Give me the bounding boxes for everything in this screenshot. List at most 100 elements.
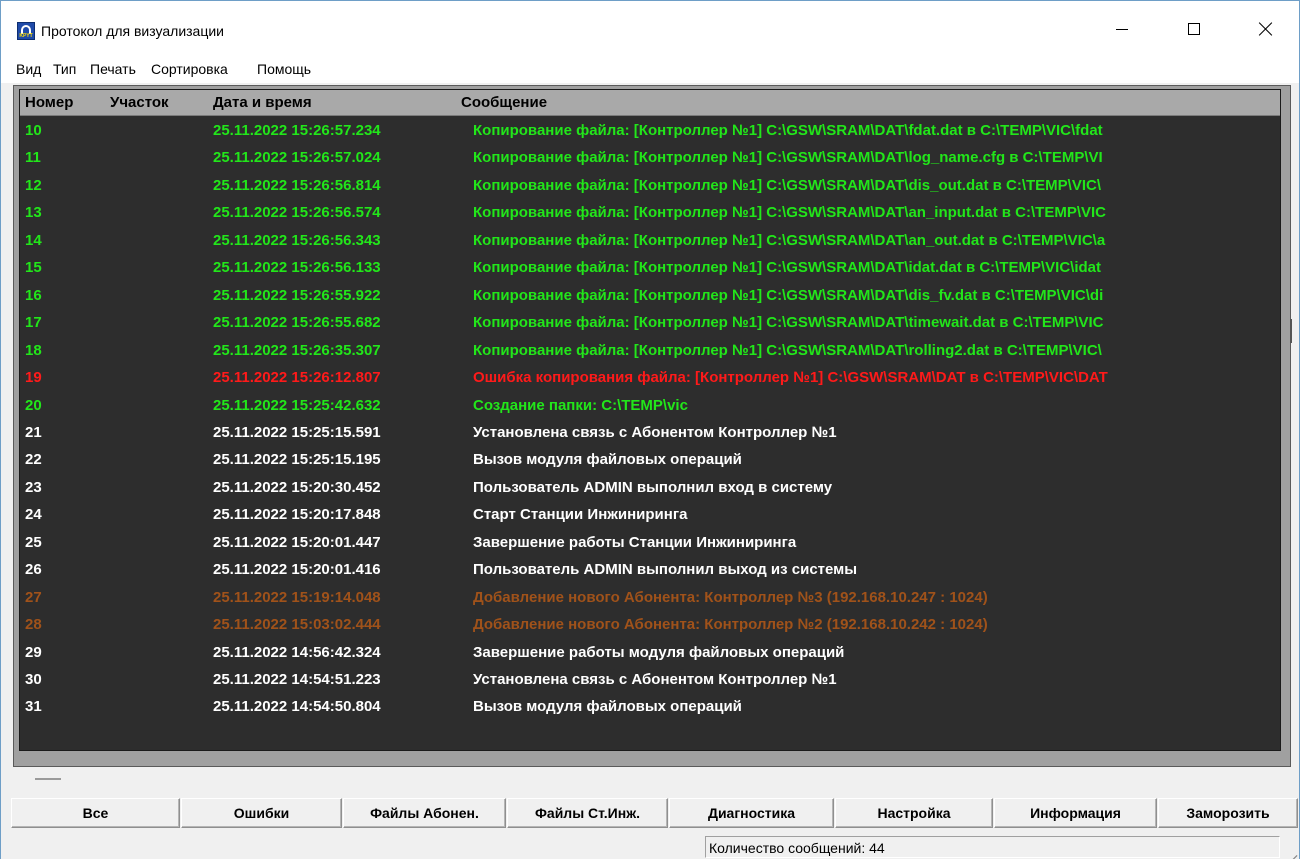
minimize-icon <box>1116 28 1128 30</box>
log-list[interactable]: Номер Участок Дата и время Сообщение 10 2… <box>19 89 1281 751</box>
column-header-number[interactable]: Номер <box>25 94 73 111</box>
log-row-datetime: 25.11.2022 15:20:01.447 <box>213 533 381 551</box>
log-row-datetime: 25.11.2022 15:25:42.632 <box>213 396 381 414</box>
log-row[interactable]: 17 25.11.2022 15:26:55.682 Копирование фай… <box>20 310 1280 337</box>
menu-view[interactable]: Вид <box>16 61 41 77</box>
log-row-datetime: 25.11.2022 15:26:12.807 <box>213 369 381 387</box>
log-row[interactable]: 10 25.11.2022 15:26:57.234 Копирование фай… <box>20 118 1280 145</box>
status-bar: Количество сообщений: 44 <box>1 833 1299 859</box>
filter-all-button[interactable]: Все <box>11 798 180 828</box>
log-row-message: Вызов модуля файловых операций <box>473 698 742 716</box>
log-row-datetime: 25.11.2022 14:54:50.804 <box>213 698 381 716</box>
log-row-datetime: 25.11.2022 15:20:30.452 <box>213 478 381 496</box>
log-row-datetime: 25.11.2022 15:03:02.444 <box>213 616 381 634</box>
subscriber-files-button[interactable]: Файлы Абонен. <box>343 798 506 828</box>
log-row[interactable]: 29 25.11.2022 14:56:42.324 Завершение рабо… <box>20 640 1280 667</box>
log-row[interactable]: 11 25.11.2022 15:26:57.024 Копирование фай… <box>20 145 1280 172</box>
log-row-datetime: 25.11.2022 15:19:14.048 <box>213 588 381 606</box>
column-header-section[interactable]: Участок <box>110 94 169 111</box>
log-row[interactable]: 30 25.11.2022 14:54:51.223 Установлена свя… <box>20 667 1280 694</box>
window-title: Протокол для визуализации <box>41 23 224 39</box>
log-row-datetime: 25.11.2022 15:25:15.195 <box>213 451 381 469</box>
log-row-number: 25 <box>25 533 42 551</box>
maximize-button[interactable] <box>1171 9 1217 49</box>
log-row-number: 15 <box>25 259 42 277</box>
kpyt-logo-icon: KPYT <box>17 22 35 40</box>
log-row-number: 16 <box>25 286 42 304</box>
log-row-datetime: 25.11.2022 14:56:42.324 <box>213 643 381 661</box>
log-row-number: 18 <box>25 341 42 359</box>
log-row[interactable]: 28 25.11.2022 15:03:02.444 Добавление ново… <box>20 612 1280 639</box>
log-row-number: 31 <box>25 698 42 716</box>
log-row[interactable]: 21 25.11.2022 15:25:15.591 Установлена свя… <box>20 420 1280 447</box>
log-row-message: Завершение работы модуля файловых операц… <box>473 643 845 661</box>
log-row[interactable]: 23 25.11.2022 15:20:30.452 Пользователь AD… <box>20 475 1280 502</box>
log-row[interactable]: 15 25.11.2022 15:26:56.133 Копирование фай… <box>20 255 1280 282</box>
log-row-datetime: 25.11.2022 15:26:57.234 <box>213 122 381 139</box>
close-button[interactable] <box>1243 9 1289 49</box>
station-files-button[interactable]: Файлы Ст.Инж. <box>507 798 668 828</box>
log-row-datetime: 25.11.2022 15:26:56.814 <box>213 176 381 194</box>
log-row-number: 11 <box>25 149 41 167</box>
log-row-message: Пользователь ADMIN выполнил выход из сис… <box>473 561 858 579</box>
diagnostics-button[interactable]: Диагностика <box>669 798 834 828</box>
close-icon <box>1259 22 1273 36</box>
column-header-datetime[interactable]: Дата и время <box>213 94 312 111</box>
minimize-button[interactable] <box>1099 9 1145 49</box>
log-row-message: Добавление нового Абонента: Контроллер №… <box>473 588 988 606</box>
main-window: KPYT Протокол для визуализации Вид Тип П… <box>0 0 1300 859</box>
log-row-message: Установлена связь с Абонентом Контроллер… <box>473 671 837 688</box>
log-header: Номер Участок Дата и время Сообщение <box>20 90 1280 116</box>
log-row-number: 10 <box>25 122 42 139</box>
column-header-message[interactable]: Сообщение <box>461 94 547 111</box>
log-row-number: 17 <box>25 314 42 332</box>
information-button[interactable]: Информация <box>994 798 1157 828</box>
log-row[interactable]: 16 25.11.2022 15:26:55.922 Копирование фай… <box>20 283 1280 310</box>
log-row[interactable]: 27 25.11.2022 15:19:14.048 Добавление ново… <box>20 585 1280 612</box>
log-row[interactable]: 20 25.11.2022 15:25:42.632 Создание папки:… <box>20 393 1280 420</box>
log-row[interactable]: 18 25.11.2022 15:26:35.307 Копирование фай… <box>20 338 1280 365</box>
splitter-handle[interactable] <box>35 778 61 780</box>
log-row[interactable]: 25 25.11.2022 15:20:01.447 Завершение рабо… <box>20 530 1280 557</box>
log-row[interactable]: 13 25.11.2022 15:26:56.574 Копирование фай… <box>20 200 1280 227</box>
log-row[interactable]: 31 25.11.2022 14:54:50.804 Вызов модуля фа… <box>20 694 1280 721</box>
log-panel: Номер Участок Дата и время Сообщение 10 2… <box>13 85 1292 767</box>
log-row-datetime: 25.11.2022 15:20:01.416 <box>213 561 381 579</box>
log-row-message: Завершение работы Станции Инжиниринга <box>473 533 797 551</box>
log-row-message: Создание папки: C:\TEMP\vic <box>473 396 688 414</box>
menu-bar: Вид Тип Печать Сортировка Помощь <box>1 57 1299 83</box>
log-row[interactable]: 26 25.11.2022 15:20:01.416 Пользователь AD… <box>20 557 1280 584</box>
menu-print[interactable]: Печать <box>90 61 136 77</box>
message-count: Количество сообщений: 44 <box>705 836 1280 858</box>
log-row-number: 13 <box>25 204 42 222</box>
log-row-number: 23 <box>25 478 42 496</box>
log-row-message: Добавление нового Абонента: Контроллер №… <box>473 616 988 634</box>
title-bar[interactable]: KPYT Протокол для визуализации <box>1 1 1299 57</box>
log-row-datetime: 25.11.2022 15:25:15.591 <box>213 423 381 441</box>
log-row-message: Копирование файла: [Контроллер №1] C:\GS… <box>473 286 1104 304</box>
menu-sort[interactable]: Сортировка <box>151 61 228 77</box>
settings-button[interactable]: Настройка <box>835 798 993 828</box>
log-row-number: 14 <box>25 231 42 249</box>
log-row-message: Вызов модуля файловых операций <box>473 451 742 469</box>
log-row-datetime: 25.11.2022 15:20:17.848 <box>213 506 381 524</box>
scrollbar-thumb[interactable] <box>1290 319 1292 343</box>
menu-type[interactable]: Тип <box>53 61 76 77</box>
log-row-number: 21 <box>25 423 42 441</box>
log-row[interactable]: 19 25.11.2022 15:26:12.807 Ошибка копирова… <box>20 365 1280 392</box>
log-row-message: Ошибка копирования файла: [Контроллер №1… <box>473 369 1108 387</box>
log-row[interactable]: 12 25.11.2022 15:26:56.814 Копирование фай… <box>20 173 1280 200</box>
log-row-message: Копирование файла: [Контроллер №1] C:\GS… <box>473 314 1104 332</box>
log-row[interactable]: 24 25.11.2022 15:20:17.848 Старт Станции И… <box>20 502 1280 529</box>
log-row-number: 22 <box>25 451 42 469</box>
log-row[interactable]: 22 25.11.2022 15:25:15.195 Вызов модуля фа… <box>20 447 1280 474</box>
resize-grip-icon[interactable] <box>1281 841 1298 859</box>
log-row[interactable]: 14 25.11.2022 15:26:56.343 Копирование фай… <box>20 228 1280 255</box>
log-row-datetime: 25.11.2022 15:26:56.133 <box>213 259 381 277</box>
log-row-number: 29 <box>25 643 42 661</box>
log-row-datetime: 25.11.2022 15:26:35.307 <box>213 341 381 359</box>
freeze-button[interactable]: Заморозить <box>1158 798 1298 828</box>
log-row-message: Копирование файла: [Контроллер №1] C:\GS… <box>473 149 1103 167</box>
filter-errors-button[interactable]: Ошибки <box>181 798 342 828</box>
menu-help[interactable]: Помощь <box>257 61 311 77</box>
